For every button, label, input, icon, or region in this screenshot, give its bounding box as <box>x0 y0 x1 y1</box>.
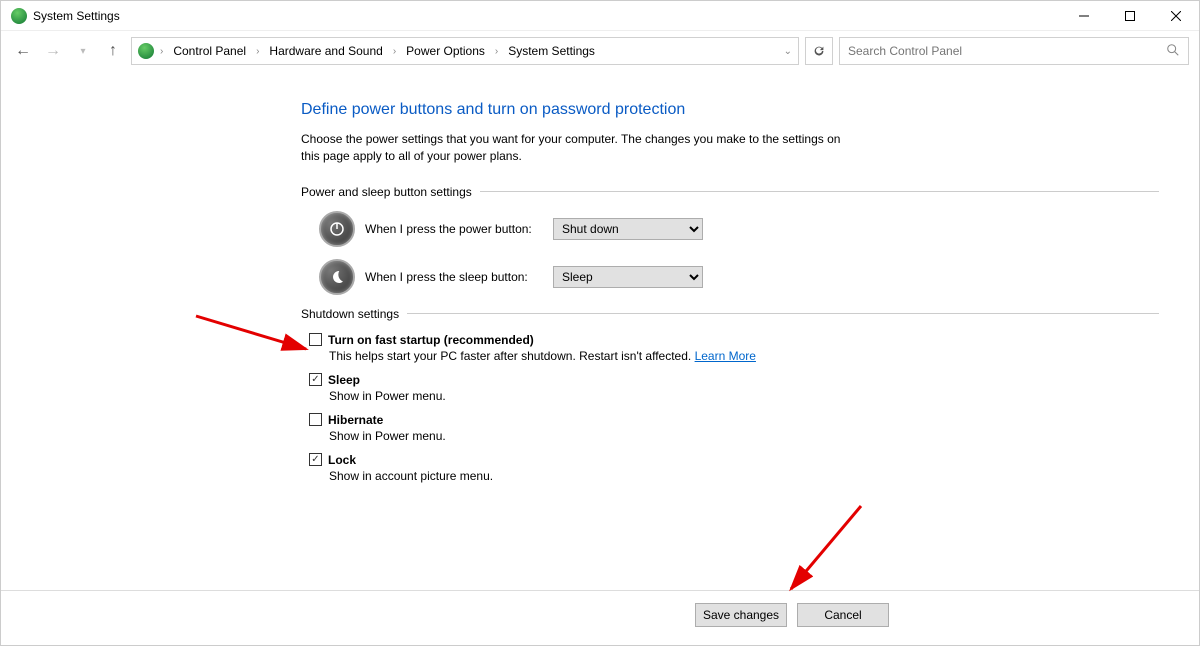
chevron-right-icon: › <box>254 46 261 57</box>
power-button-label: When I press the power button: <box>365 222 543 236</box>
setting-title: Turn on fast startup (recommended) <box>328 333 534 347</box>
forward-button[interactable]: → <box>41 39 65 63</box>
divider <box>407 313 1159 314</box>
section-header: Power and sleep button settings <box>301 185 1159 199</box>
setting-desc: Show in Power menu. <box>309 429 1159 443</box>
setting-lock: ✓ Lock Show in account picture menu. <box>301 453 1159 483</box>
section-header: Shutdown settings <box>301 307 1159 321</box>
back-button[interactable]: ← <box>11 39 35 63</box>
page-description: Choose the power settings that you want … <box>301 131 861 165</box>
setting-desc: Show in account picture menu. <box>309 469 1159 483</box>
setting-fast-startup: Turn on fast startup (recommended) This … <box>301 333 1159 363</box>
divider <box>480 191 1159 192</box>
recent-dropdown-icon[interactable]: ▾ <box>71 39 95 63</box>
refresh-button[interactable] <box>805 37 833 65</box>
breadcrumb-item[interactable]: System Settings <box>504 39 599 63</box>
navbar: ← → ▾ ↑ › Control Panel › Hardware and S… <box>1 31 1199 71</box>
checkbox-fast-startup[interactable] <box>309 333 322 346</box>
sleep-button-label: When I press the sleep button: <box>365 270 543 284</box>
chevron-right-icon: › <box>391 46 398 57</box>
window-controls <box>1061 1 1199 31</box>
checkbox-hibernate[interactable] <box>309 413 322 426</box>
cancel-button[interactable]: Cancel <box>797 603 889 627</box>
section-label: Power and sleep button settings <box>301 185 472 199</box>
power-button-row: When I press the power button: Shut down <box>301 211 1159 247</box>
breadcrumb-item[interactable]: Hardware and Sound <box>265 39 386 63</box>
minimize-button[interactable] <box>1061 1 1107 31</box>
chevron-right-icon: › <box>493 46 500 57</box>
folder-icon <box>138 43 154 59</box>
search-input[interactable] <box>848 44 1166 58</box>
close-button[interactable] <box>1153 1 1199 31</box>
annotation-arrow-icon <box>781 501 871 601</box>
breadcrumb-item[interactable]: Control Panel <box>169 39 250 63</box>
section-label: Shutdown settings <box>301 307 399 321</box>
titlebar: System Settings <box>1 1 1199 31</box>
breadcrumb-item[interactable]: Power Options <box>402 39 489 63</box>
setting-sleep: ✓ Sleep Show in Power menu. <box>301 373 1159 403</box>
chevron-right-icon: › <box>158 46 165 57</box>
search-icon <box>1166 43 1180 60</box>
sleep-icon <box>319 259 355 295</box>
save-button[interactable]: Save changes <box>695 603 787 627</box>
sleep-button-dropdown[interactable]: Sleep <box>553 266 703 288</box>
power-button-dropdown[interactable]: Shut down <box>553 218 703 240</box>
setting-title: Sleep <box>328 373 360 387</box>
setting-title: Hibernate <box>328 413 383 427</box>
setting-desc: This helps start your PC faster after sh… <box>329 349 695 363</box>
window-title: System Settings <box>33 9 120 23</box>
learn-more-link[interactable]: Learn More <box>695 349 756 363</box>
setting-title: Lock <box>328 453 356 467</box>
up-button[interactable]: ↑ <box>101 39 125 63</box>
sleep-button-row: When I press the sleep button: Sleep <box>301 259 1159 295</box>
content-area: Define power buttons and turn on passwor… <box>1 71 1199 483</box>
maximize-button[interactable] <box>1107 1 1153 31</box>
footer: Save changes Cancel <box>1 590 1199 627</box>
power-icon <box>319 211 355 247</box>
page-title: Define power buttons and turn on passwor… <box>301 101 1159 119</box>
checkbox-sleep[interactable]: ✓ <box>309 373 322 386</box>
setting-desc: Show in Power menu. <box>309 389 1159 403</box>
setting-hibernate: Hibernate Show in Power menu. <box>301 413 1159 443</box>
settings-icon <box>11 8 27 24</box>
address-bar[interactable]: › Control Panel › Hardware and Sound › P… <box>131 37 799 65</box>
checkbox-lock[interactable]: ✓ <box>309 453 322 466</box>
search-box[interactable] <box>839 37 1189 65</box>
chevron-down-icon[interactable]: ⌄ <box>784 46 792 57</box>
